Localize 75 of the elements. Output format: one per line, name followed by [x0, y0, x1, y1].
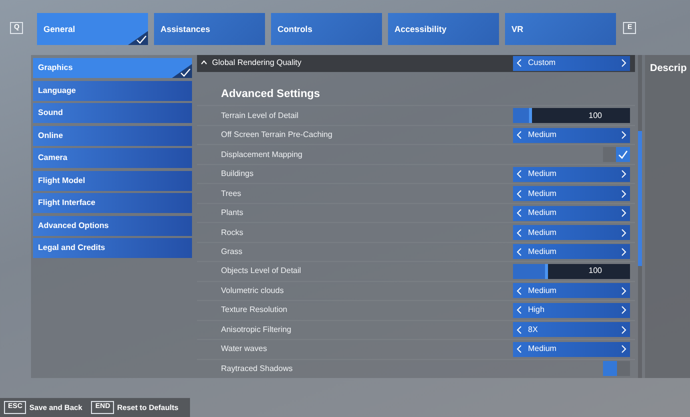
- option-selector[interactable]: Medium: [513, 206, 630, 221]
- slider-track[interactable]: 100: [513, 264, 630, 279]
- chevron-left-icon[interactable]: [516, 131, 522, 140]
- chevron-right-icon[interactable]: [621, 131, 627, 140]
- setting-label: Raytraced Shadows: [221, 362, 294, 375]
- chevron-right-icon[interactable]: [621, 326, 627, 334]
- tab[interactable]: Controls: [271, 13, 382, 45]
- option-selector[interactable]: Medium: [513, 186, 630, 202]
- chevron-left-icon[interactable]: [516, 345, 522, 354]
- option-selector[interactable]: 8X: [513, 322, 630, 338]
- setting-label: Displacement Mapping: [221, 148, 304, 161]
- option-selector[interactable]: Medium: [513, 225, 630, 240]
- chevron-left-icon[interactable]: [516, 59, 522, 68]
- sidebar-item[interactable]: Flight Interface: [33, 193, 192, 213]
- setting-label: Terrain Level of Detail: [221, 110, 300, 122]
- option-selector[interactable]: High: [513, 302, 630, 318]
- option-selector[interactable]: Custom: [513, 56, 630, 71]
- setting-label: Water waves: [221, 343, 268, 356]
- scrollbar-thumb[interactable]: [638, 131, 642, 266]
- slider-track[interactable]: 100: [513, 108, 630, 124]
- option-selector[interactable]: Medium: [513, 244, 630, 260]
- sidebar-item[interactable]: Sound: [33, 103, 192, 123]
- chevron-left-icon[interactable]: [516, 326, 522, 334]
- chevron-right-icon[interactable]: [621, 345, 627, 354]
- chevron-right-icon[interactable]: [621, 170, 627, 178]
- sidebar-item[interactable]: Language: [33, 80, 192, 100]
- setting-label: Rocks: [221, 226, 244, 239]
- slider-value: 100: [588, 110, 602, 122]
- tab[interactable]: VR: [505, 13, 616, 45]
- sidebar-item[interactable]: Flight Model: [33, 170, 192, 190]
- section-title: Advanced Settings: [220, 86, 322, 102]
- setting-label: Anisotropic Filtering: [221, 324, 292, 336]
- setting-label: Grass: [221, 246, 244, 258]
- sidebar-item[interactable]: Advanced Options: [33, 216, 192, 236]
- check-icon: [172, 64, 192, 78]
- chevron-left-icon[interactable]: [516, 170, 522, 178]
- sidebar-item[interactable]: Legal and Credits: [33, 238, 192, 258]
- panel-title: Descrip: [650, 63, 687, 74]
- chevron-left-icon[interactable]: [516, 209, 522, 218]
- option-selector[interactable]: Medium: [513, 342, 630, 357]
- setting-label: Buildings: [221, 168, 254, 180]
- sidebar-item[interactable]: Camera: [33, 148, 192, 168]
- chevron-right-icon[interactable]: [621, 228, 627, 237]
- chevron-right-icon[interactable]: [621, 59, 627, 68]
- sidebar-item[interactable]: Graphics: [33, 58, 192, 78]
- setting-label: Trees: [221, 188, 242, 200]
- setting-label: Texture Resolution: [221, 304, 288, 316]
- setting-label: Plants: [221, 207, 244, 220]
- option-selector[interactable]: Medium: [513, 283, 630, 298]
- check-icon: [128, 31, 148, 45]
- toggle-switch[interactable]: [603, 147, 630, 162]
- tab[interactable]: General: [37, 13, 148, 45]
- slider-value: 100: [588, 265, 602, 278]
- chevron-left-icon[interactable]: [516, 286, 522, 295]
- chevron-right-icon[interactable]: [621, 190, 627, 198]
- chevron-left-icon[interactable]: [516, 306, 522, 314]
- slider-fill[interactable]: [513, 108, 532, 124]
- sidebar-item[interactable]: Online: [33, 126, 192, 146]
- chevron-right-icon[interactable]: [621, 306, 627, 314]
- setting-label: Off Screen Terrain Pre-Caching: [221, 129, 334, 142]
- setting-label: Objects Level of Detail: [221, 265, 302, 278]
- chevron-right-icon[interactable]: [621, 286, 627, 295]
- setting-label: Volumetric clouds: [221, 284, 285, 297]
- section-header[interactable]: Global Rendering Quality Custom: [197, 55, 635, 72]
- option-selector[interactable]: Medium: [513, 166, 630, 182]
- chevron-left-icon[interactable]: [516, 228, 522, 237]
- slider-fill[interactable]: [513, 264, 548, 279]
- tab[interactable]: Accessibility: [388, 13, 500, 45]
- toggle-switch[interactable]: [603, 361, 630, 376]
- tab[interactable]: Assistances: [154, 13, 266, 45]
- chevron-left-icon[interactable]: [516, 190, 522, 198]
- chevron-right-icon[interactable]: [621, 209, 627, 218]
- chevron-left-icon[interactable]: [516, 248, 522, 256]
- chevron-right-icon[interactable]: [621, 248, 627, 256]
- option-selector[interactable]: Medium: [513, 128, 630, 143]
